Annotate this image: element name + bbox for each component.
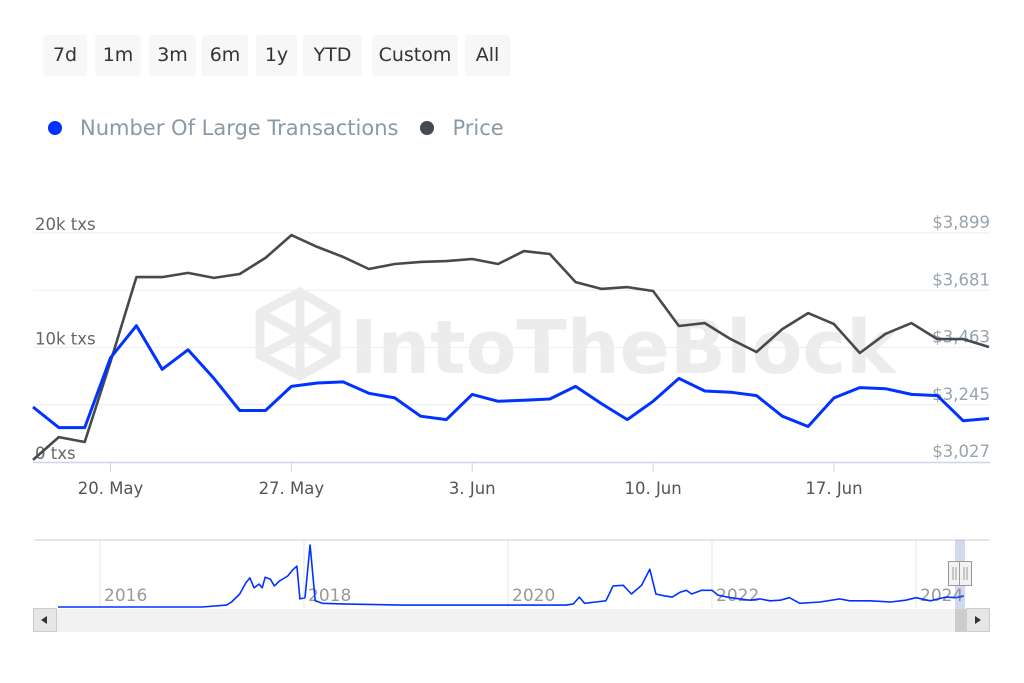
- navigator-tick-label: 2020: [512, 586, 555, 606]
- y-right-tick-label: $3,899: [932, 213, 990, 232]
- navigator-tick-label: 2016: [104, 586, 147, 606]
- scrollbar-track[interactable]: [34, 609, 990, 632]
- navigator-series-line: [58, 544, 965, 608]
- chart-canvas: IntoTheBlock 0 txs10k txs20k txs$3,027$3…: [32, 213, 991, 632]
- x-tick-label: 20. May: [78, 479, 144, 498]
- navigator[interactable]: 2016 2018 2020 2022 2024: [33, 539, 991, 632]
- watermark: IntoTheBlock: [255, 286, 897, 391]
- y-right-tick-label: $3,027: [932, 442, 990, 461]
- x-tick-label: 17. Jun: [805, 479, 862, 498]
- y-left-tick-label: 20k txs: [35, 215, 96, 234]
- y-left-tick-label: 10k txs: [35, 330, 96, 349]
- x-tick-label: 3. Jun: [449, 479, 496, 498]
- x-tick-label: 10. Jun: [624, 479, 681, 498]
- x-tick-label: 27. May: [259, 479, 325, 498]
- scrollbar-right-button[interactable]: [966, 608, 990, 632]
- scrollbar-left-button[interactable]: [33, 608, 57, 632]
- scrollbar-thumb[interactable]: [955, 609, 966, 632]
- intotheblock-logo-icon: [255, 286, 341, 382]
- navigator-handle-left[interactable]: [948, 561, 961, 586]
- navigator-handle-right[interactable]: [959, 561, 972, 586]
- y-right-tick-label: $3,681: [932, 270, 990, 289]
